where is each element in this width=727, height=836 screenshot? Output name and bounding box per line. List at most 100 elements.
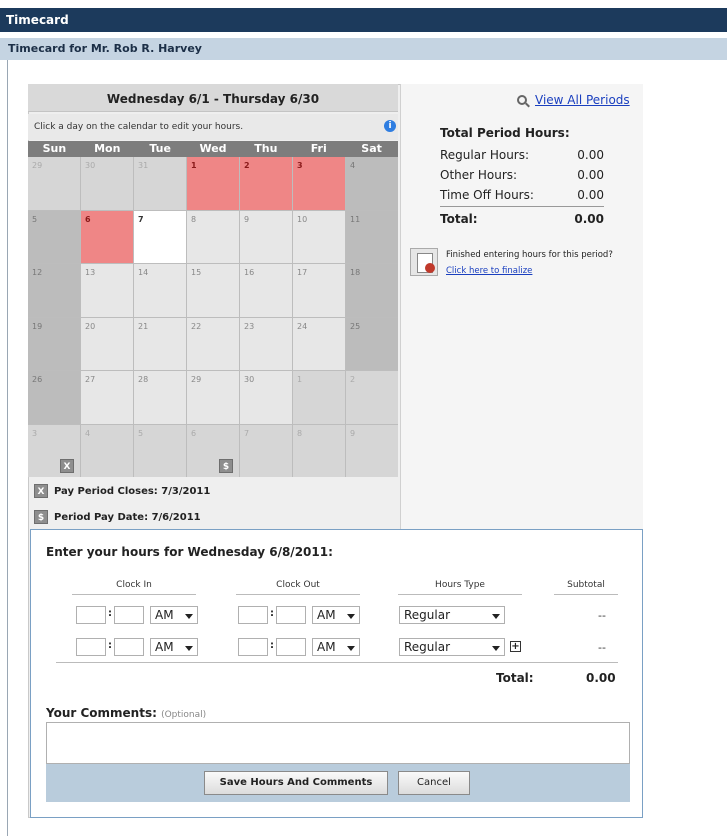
calendar-day[interactable]: 15: [187, 264, 239, 317]
hours-type-select[interactable]: Regular: [399, 606, 505, 624]
calendar-day: 8: [293, 424, 345, 477]
summary-divider: [440, 206, 604, 207]
clock-out-minute-input[interactable]: [276, 638, 306, 656]
col-subtotal: Subtotal: [554, 580, 618, 595]
dollar-icon: $: [34, 510, 48, 524]
legend-pay-period-close: X Pay Period Closes: 7/3/2011: [34, 484, 210, 498]
dow-wed: Wed: [199, 142, 227, 155]
calendar-day[interactable]: 10: [293, 210, 345, 263]
pay-period-close-icon: X: [60, 458, 74, 473]
calendar-day: 9: [346, 424, 398, 477]
clock-out-minute-input[interactable]: [276, 606, 306, 624]
summary-total-row: Total: 0.00: [440, 212, 604, 226]
page-title: Timecard for Mr. Rob R. Harvey: [8, 42, 202, 55]
pay-date-icon: $: [219, 458, 233, 473]
calendar-day[interactable]: 16: [240, 264, 292, 317]
row1-subtotal: --: [598, 609, 606, 622]
calendar-day[interactable]: 13: [81, 264, 133, 317]
finalize-document-icon[interactable]: [410, 248, 438, 276]
dropdown-arrow-icon: [492, 646, 500, 651]
clock-out-hour-input[interactable]: [238, 606, 268, 624]
view-all-periods-link[interactable]: View All Periods: [517, 93, 630, 107]
calendar-day[interactable]: 9: [240, 210, 292, 263]
clock-out-ampm-select[interactable]: AM: [312, 606, 360, 624]
clock-in-minute-input[interactable]: [114, 606, 144, 624]
dow-tue: Tue: [149, 142, 171, 155]
calendar-day[interactable]: 24: [293, 317, 345, 370]
period-title: Wednesday 6/1 - Thursday 6/30: [28, 84, 398, 112]
calendar-day[interactable]: 1: [187, 157, 239, 210]
clock-in-minute-input[interactable]: [114, 638, 144, 656]
calendar-day[interactable]: 29: [187, 371, 239, 424]
hours-type-select[interactable]: Regular: [399, 638, 505, 656]
calendar-day: 7: [240, 424, 292, 477]
calendar-days-of-week: Sun Mon Tue Wed Thu Fri Sat: [28, 141, 398, 157]
calendar-day[interactable]: 14: [134, 264, 186, 317]
finalize-question: Finished entering hours for this period?: [446, 250, 613, 260]
calendar-hint: Click a day on the calendar to edit your…: [28, 114, 398, 140]
calendar-day[interactable]: 3: [293, 157, 345, 210]
row2-subtotal: --: [598, 641, 606, 654]
col-hours-type: Hours Type: [398, 580, 522, 595]
calendar-day[interactable]: 18: [346, 264, 398, 317]
legend-pay-date: $ Period Pay Date: 7/6/2011: [34, 510, 201, 524]
finalize-link[interactable]: Click here to finalize: [446, 266, 532, 276]
cancel-button[interactable]: Cancel: [398, 771, 470, 795]
calendar-day[interactable]: 12: [28, 264, 80, 317]
clock-out-ampm-select[interactable]: AM: [312, 638, 360, 656]
dow-sat: Sat: [361, 142, 382, 155]
entry-total-value: 0.00: [586, 671, 616, 685]
clock-out-hour-input[interactable]: [238, 638, 268, 656]
comments-textarea[interactable]: [46, 722, 630, 764]
app-title-bar: Timecard: [0, 8, 727, 32]
clock-in-ampm-select[interactable]: AM: [150, 606, 198, 624]
calendar-day: 4: [81, 424, 133, 477]
add-row-plus-icon[interactable]: +: [510, 641, 521, 652]
calendar-day[interactable]: 2: [240, 157, 292, 210]
calendar-day[interactable]: 20: [81, 317, 133, 370]
calendar-day: 5: [134, 424, 186, 477]
calendar-day[interactable]: 30: [240, 371, 292, 424]
calendar-day[interactable]: 22: [187, 317, 239, 370]
summary-other-row: Other Hours: 0.00: [440, 168, 604, 182]
calendar-day: 3X: [28, 424, 80, 477]
dropdown-arrow-icon: [492, 614, 500, 619]
calendar-day[interactable]: 11: [346, 210, 398, 263]
col-clock-out: Clock Out: [236, 580, 360, 595]
entry-divider: [56, 662, 618, 663]
info-icon[interactable]: i: [384, 120, 396, 132]
summary-regular-row: Regular Hours: 0.00: [440, 148, 604, 162]
calendar-day[interactable]: 26: [28, 371, 80, 424]
search-icon: [517, 95, 527, 105]
calendar-day: 30: [81, 157, 133, 210]
clock-in-hour-input[interactable]: [76, 606, 106, 624]
calendar-day[interactable]: 4: [346, 157, 398, 210]
dropdown-arrow-icon: [347, 646, 355, 651]
page-title-bar: Timecard for Mr. Rob R. Harvey: [0, 38, 727, 60]
page-border: [7, 60, 8, 836]
legend-pay-label: Period Pay Date: 7/6/2011: [54, 511, 201, 523]
comments-label: Your Comments: (Optional): [46, 706, 207, 720]
calendar-day[interactable]: 5: [28, 210, 80, 263]
calendar-day[interactable]: 6: [81, 210, 133, 263]
calendar-day: 1: [293, 371, 345, 424]
calendar-day[interactable]: 17: [293, 264, 345, 317]
calendar-day[interactable]: 23: [240, 317, 292, 370]
calendar-day[interactable]: 28: [134, 371, 186, 424]
entry-total-label: Total:: [496, 671, 534, 685]
calendar-day[interactable]: 25: [346, 317, 398, 370]
save-hours-button[interactable]: Save Hours And Comments: [204, 771, 388, 795]
dropdown-arrow-icon: [185, 646, 193, 651]
clock-in-ampm-select[interactable]: AM: [150, 638, 198, 656]
clock-in-hour-input[interactable]: [76, 638, 106, 656]
summary-title: Total Period Hours:: [440, 126, 570, 140]
dow-fri: Fri: [310, 142, 327, 155]
close-x-icon: X: [34, 484, 48, 498]
calendar-day-today[interactable]: 7: [134, 210, 186, 263]
comments-optional: (Optional): [161, 710, 207, 720]
calendar-day[interactable]: 21: [134, 317, 186, 370]
calendar-day[interactable]: 8: [187, 210, 239, 263]
calendar-day[interactable]: 19: [28, 317, 80, 370]
calendar-day[interactable]: 27: [81, 371, 133, 424]
col-clock-in: Clock In: [72, 580, 196, 595]
